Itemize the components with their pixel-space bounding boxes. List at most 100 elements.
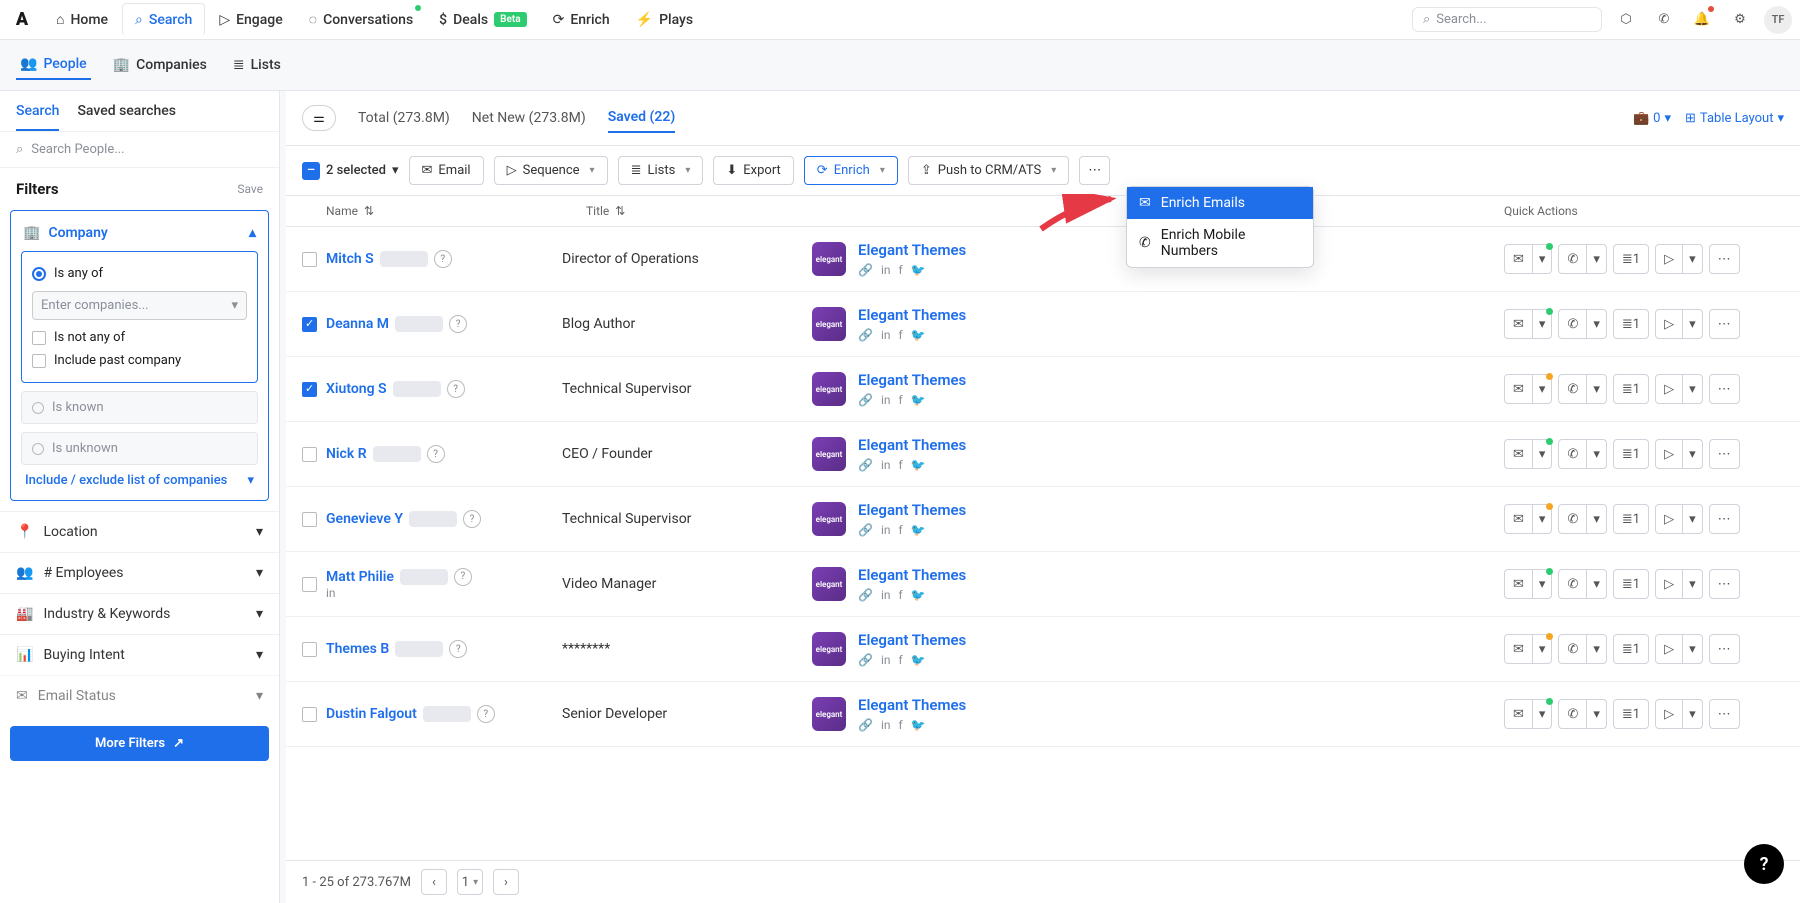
- company-name-link[interactable]: Elegant Themes: [858, 241, 966, 259]
- qa-sequence-button[interactable]: ≣ 1: [1613, 309, 1649, 339]
- help-button[interactable]: ?: [1744, 844, 1784, 884]
- qa-more-button[interactable]: ⋯: [1709, 569, 1740, 599]
- filter-employees[interactable]: 👥# Employees ▾: [0, 552, 279, 593]
- lists-button[interactable]: ≣Lists: [618, 156, 704, 185]
- extension-icon[interactable]: ⬡: [1612, 6, 1640, 34]
- person-name-link[interactable]: Deanna M: [326, 316, 389, 332]
- header-title[interactable]: Title: [586, 204, 609, 218]
- facebook-icon[interactable]: f: [899, 393, 903, 407]
- chevron-up-icon[interactable]: ▴: [249, 225, 256, 241]
- facebook-icon[interactable]: f: [899, 588, 903, 602]
- briefcase-count[interactable]: 💼 0 ▾: [1633, 111, 1671, 126]
- pager-next[interactable]: ›: [493, 869, 519, 895]
- side-tab-search[interactable]: Search: [16, 103, 59, 131]
- qa-phone-button[interactable]: ✆ ▾: [1558, 374, 1606, 404]
- twitter-icon[interactable]: 🐦: [911, 588, 926, 602]
- qa-send-button[interactable]: ▷ ▾: [1655, 569, 1703, 599]
- facebook-icon[interactable]: f: [899, 263, 903, 277]
- link-icon[interactable]: 🔗: [858, 263, 873, 277]
- row-checkbox[interactable]: [302, 707, 317, 722]
- linkedin-icon[interactable]: in: [881, 328, 891, 342]
- save-filters-button[interactable]: Save: [237, 182, 263, 196]
- facebook-icon[interactable]: f: [899, 458, 903, 472]
- qa-email-button[interactable]: ✉ ▾: [1504, 699, 1552, 729]
- company-name-link[interactable]: Elegant Themes: [858, 566, 966, 584]
- link-icon[interactable]: 🔗: [858, 328, 873, 342]
- qa-phone-button[interactable]: ✆ ▾: [1558, 569, 1606, 599]
- filter-location[interactable]: 📍Location ▾: [0, 511, 279, 552]
- sequence-button[interactable]: ▷Sequence: [494, 156, 608, 185]
- linkedin-icon[interactable]: in: [326, 586, 336, 600]
- qa-more-button[interactable]: ⋯: [1709, 699, 1740, 729]
- link-icon[interactable]: 🔗: [858, 588, 873, 602]
- tab-net-new[interactable]: Net New (273.8M): [472, 104, 586, 132]
- info-icon[interactable]: ?: [449, 315, 467, 333]
- nav-conversations[interactable]: ◌ Conversations: [297, 3, 425, 36]
- link-icon[interactable]: 🔗: [858, 523, 873, 537]
- info-icon[interactable]: ?: [447, 380, 465, 398]
- gear-icon[interactable]: ⚙: [1726, 6, 1754, 34]
- subnav-lists[interactable]: ≣ Lists: [229, 51, 285, 79]
- info-icon[interactable]: ?: [454, 568, 472, 586]
- phone-icon[interactable]: ✆: [1650, 6, 1678, 34]
- person-name-link[interactable]: Nick R: [326, 446, 367, 462]
- header-name[interactable]: Name: [326, 204, 358, 218]
- qa-sequence-button[interactable]: ≣ 1: [1613, 439, 1649, 469]
- qa-sequence-button[interactable]: ≣ 1: [1613, 569, 1649, 599]
- nav-plays[interactable]: ⚡ Plays: [624, 4, 705, 36]
- person-name-link[interactable]: Mitch S: [326, 251, 374, 267]
- info-icon[interactable]: ?: [477, 705, 495, 723]
- person-name-link[interactable]: Matt Philie: [326, 569, 394, 585]
- linkedin-icon[interactable]: in: [881, 718, 891, 732]
- qa-send-button[interactable]: ▷ ▾: [1655, 699, 1703, 729]
- link-icon[interactable]: 🔗: [858, 718, 873, 732]
- link-icon[interactable]: 🔗: [858, 458, 873, 472]
- subnav-companies[interactable]: 🏢 Companies: [109, 51, 211, 79]
- info-icon[interactable]: ?: [434, 250, 452, 268]
- linkedin-icon[interactable]: in: [881, 458, 891, 472]
- person-name-link[interactable]: Genevieve Y: [326, 511, 403, 527]
- info-icon[interactable]: ?: [427, 445, 445, 463]
- push-crm-button[interactable]: ⇪Push to CRM/ATS: [908, 156, 1069, 185]
- table-layout-button[interactable]: ⊞ Table Layout ▾: [1685, 111, 1784, 126]
- info-icon[interactable]: ?: [463, 510, 481, 528]
- row-checkbox[interactable]: [302, 252, 317, 267]
- pager-page[interactable]: 1: [457, 869, 483, 895]
- email-button[interactable]: ✉Email: [409, 156, 484, 185]
- qa-sequence-button[interactable]: ≣ 1: [1613, 634, 1649, 664]
- link-icon[interactable]: 🔗: [858, 393, 873, 407]
- qa-sequence-button[interactable]: ≣ 1: [1613, 504, 1649, 534]
- facebook-icon[interactable]: f: [899, 523, 903, 537]
- row-checkbox[interactable]: [302, 382, 317, 397]
- nav-engage[interactable]: ▷ Engage: [207, 4, 294, 36]
- enrich-emails-option[interactable]: ✉ Enrich Emails: [1127, 187, 1313, 219]
- company-name-link[interactable]: Elegant Themes: [858, 631, 966, 649]
- side-tab-saved[interactable]: Saved searches: [77, 103, 176, 131]
- row-checkbox[interactable]: [302, 512, 317, 527]
- qa-more-button[interactable]: ⋯: [1709, 309, 1740, 339]
- check-is-not-any[interactable]: Is not any of: [32, 326, 247, 349]
- qa-send-button[interactable]: ▷ ▾: [1655, 439, 1703, 469]
- linkedin-icon[interactable]: in: [881, 263, 891, 277]
- more-filters-button[interactable]: More Filters ↗: [10, 726, 269, 761]
- qa-email-button[interactable]: ✉ ▾: [1504, 309, 1552, 339]
- company-name-link[interactable]: Elegant Themes: [858, 306, 966, 324]
- tab-total[interactable]: Total (273.8M): [358, 104, 450, 132]
- qa-sequence-button[interactable]: ≣ 1: [1613, 699, 1649, 729]
- qa-email-button[interactable]: ✉ ▾: [1504, 244, 1552, 274]
- person-name-link[interactable]: Themes B: [326, 641, 389, 657]
- pager-prev[interactable]: ‹: [421, 869, 447, 895]
- row-checkbox[interactable]: [302, 642, 317, 657]
- qa-phone-button[interactable]: ✆ ▾: [1558, 244, 1606, 274]
- avatar[interactable]: TF: [1764, 6, 1792, 34]
- radio-is-known[interactable]: Is known: [21, 391, 258, 424]
- twitter-icon[interactable]: 🐦: [911, 653, 926, 667]
- qa-more-button[interactable]: ⋯: [1709, 634, 1740, 664]
- qa-send-button[interactable]: ▷ ▾: [1655, 309, 1703, 339]
- export-button[interactable]: ⬇Export: [713, 156, 793, 185]
- qa-phone-button[interactable]: ✆ ▾: [1558, 699, 1606, 729]
- qa-sequence-button[interactable]: ≣ 1: [1613, 374, 1649, 404]
- twitter-icon[interactable]: 🐦: [911, 523, 926, 537]
- qa-send-button[interactable]: ▷ ▾: [1655, 504, 1703, 534]
- radio-is-any-of[interactable]: Is any of: [32, 262, 247, 285]
